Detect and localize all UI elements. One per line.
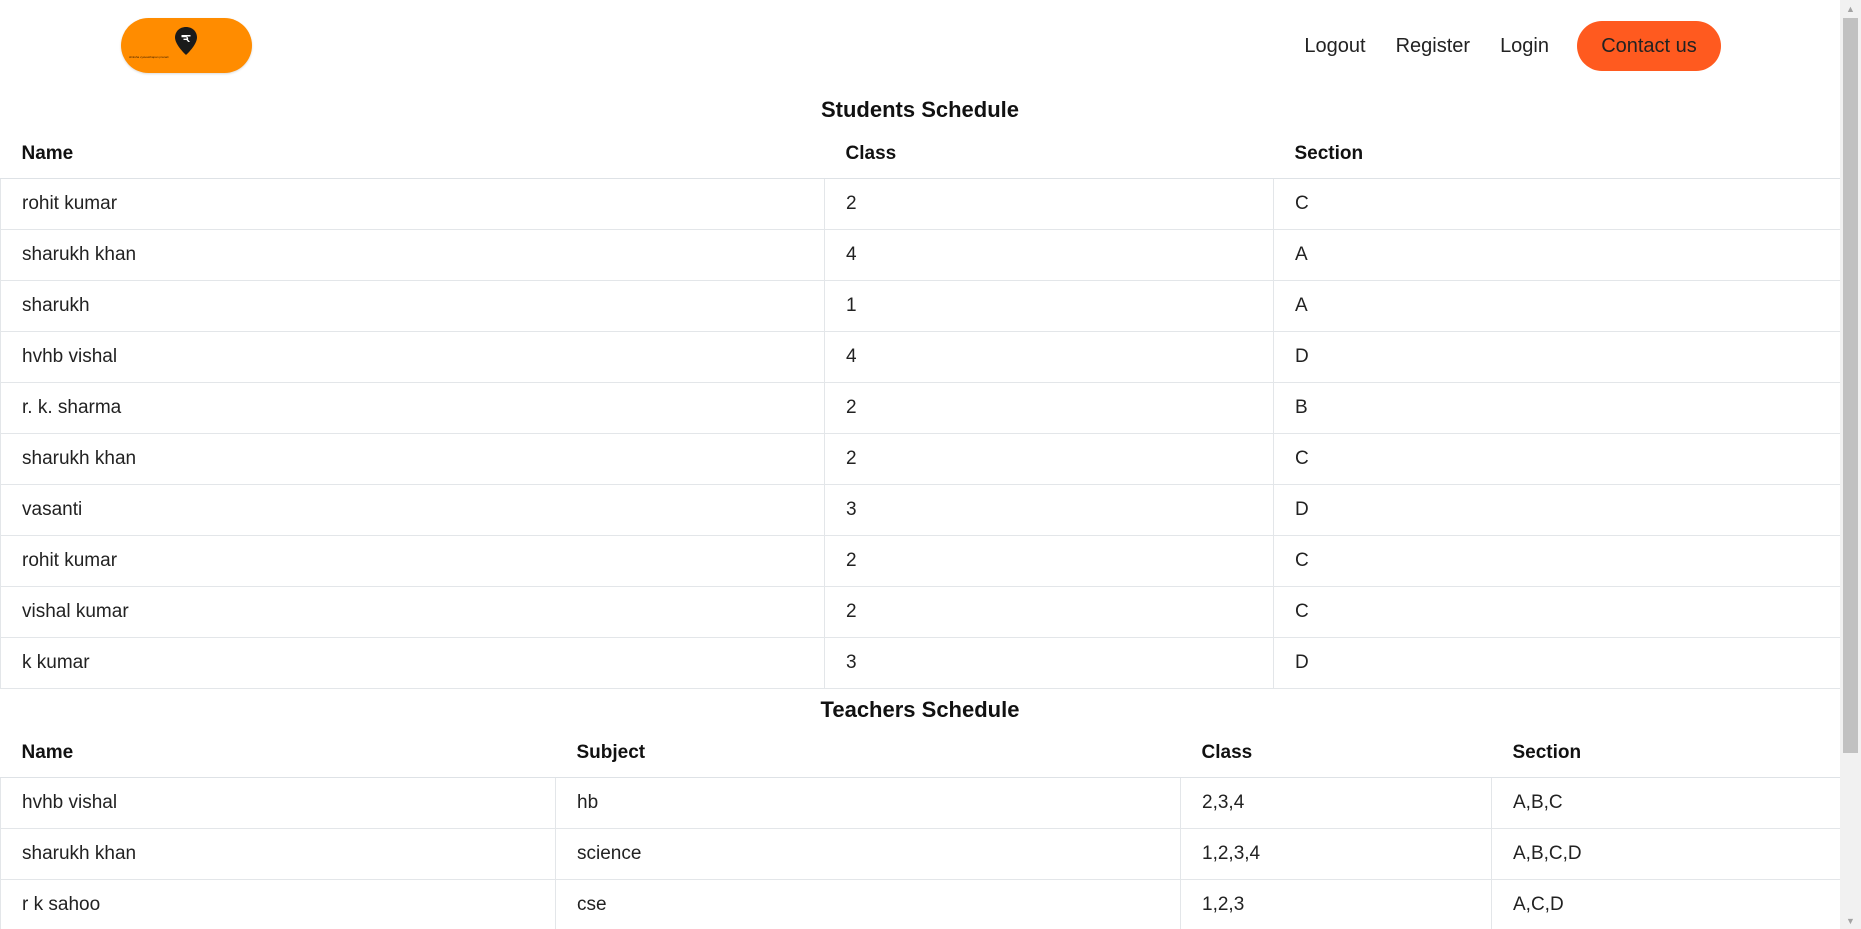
column-header-class: Class <box>824 130 1274 179</box>
student-section-cell: B <box>1273 382 1841 434</box>
student-section-cell: C <box>1273 178 1841 230</box>
nav-logout-link[interactable]: Logout <box>1304 35 1365 58</box>
top-nav: Logout Register Login Contact us <box>1274 21 1721 71</box>
nav-register-link[interactable]: Register <box>1396 35 1470 58</box>
teacher-name-cell: r k sahoo <box>0 879 556 929</box>
teachers-header-row: Name Subject Class Section <box>0 729 1841 778</box>
table-row: r k sahoo cse 1,2,3 A,C,D <box>0 879 1841 929</box>
student-class-cell: 2 <box>824 178 1274 230</box>
student-class-cell: 3 <box>824 484 1274 536</box>
student-name-cell: k kumar <box>0 637 825 689</box>
table-row: sharukh khan science 1,2,3,4 A,B,C,D <box>0 828 1841 880</box>
student-class-cell: 1 <box>824 280 1274 332</box>
teachers-schedule-title: Teachers Schedule <box>820 697 1020 722</box>
student-class-cell: 2 <box>824 433 1274 485</box>
student-name-cell: sharukh khan <box>0 229 825 281</box>
teacher-class-cell: 2,3,4 <box>1180 777 1492 829</box>
logo[interactable]: shiksha vyavasthapan pranali <box>121 18 252 73</box>
student-class-cell: 3 <box>824 637 1274 689</box>
teacher-subject-cell: science <box>555 828 1181 880</box>
table-row: hvhb vishal 4 D <box>0 331 1841 383</box>
student-name-cell: vishal kumar <box>0 586 825 638</box>
scrollbar-thumb[interactable] <box>1843 18 1858 753</box>
teacher-class-cell: 1,2,3 <box>1180 879 1492 929</box>
students-table: Name Class Section rohit kumar 2 C sharu… <box>0 130 1841 689</box>
student-section-cell: D <box>1273 484 1841 536</box>
student-class-cell: 4 <box>824 331 1274 383</box>
student-class-cell: 2 <box>824 586 1274 638</box>
table-row: k kumar 3 D <box>0 637 1841 689</box>
student-class-cell: 4 <box>824 229 1274 281</box>
triangle-down-icon[interactable]: ▼ <box>1840 912 1861 929</box>
student-class-cell: 2 <box>824 535 1274 587</box>
student-name-cell: rohit kumar <box>0 535 825 587</box>
student-name-cell: vasanti <box>0 484 825 536</box>
student-section-cell: A <box>1273 280 1841 332</box>
map-pin-icon <box>175 27 197 55</box>
student-class-cell: 2 <box>824 382 1274 434</box>
table-row: r. k. sharma 2 B <box>0 382 1841 434</box>
teacher-name-cell: hvhb vishal <box>0 777 556 829</box>
nav-login-link[interactable]: Login <box>1500 35 1549 58</box>
table-row: rohit kumar 2 C <box>0 535 1841 587</box>
student-section-cell: C <box>1273 586 1841 638</box>
teacher-subject-cell: cse <box>555 879 1181 929</box>
student-name-cell: rohit kumar <box>0 178 825 230</box>
student-name-cell: sharukh <box>0 280 825 332</box>
table-row: vishal kumar 2 C <box>0 586 1841 638</box>
student-name-cell: r. k. sharma <box>0 382 825 434</box>
student-section-cell: A <box>1273 229 1841 281</box>
student-section-cell: C <box>1273 433 1841 485</box>
student-section-cell: D <box>1273 637 1841 689</box>
teacher-section-cell: A,B,C <box>1491 777 1841 829</box>
logo-text: shiksha vyavasthapan pranali <box>129 56 169 59</box>
column-header-name: Name <box>0 130 825 179</box>
teacher-name-cell: sharukh khan <box>0 828 556 880</box>
vertical-scrollbar[interactable]: ▲ ▼ <box>1840 0 1861 929</box>
table-row: hvhb vishal hb 2,3,4 A,B,C <box>0 777 1841 829</box>
table-row: sharukh 1 A <box>0 280 1841 332</box>
student-section-cell: C <box>1273 535 1841 587</box>
teachers-table: Name Subject Class Section hvhb vishal h… <box>0 729 1841 929</box>
teacher-subject-cell: hb <box>555 777 1181 829</box>
triangle-up-icon[interactable]: ▲ <box>1840 0 1861 17</box>
student-section-cell: D <box>1273 331 1841 383</box>
column-header-subject: Subject <box>555 729 1181 778</box>
table-row: rohit kumar 2 C <box>0 178 1841 230</box>
contact-us-button[interactable]: Contact us <box>1577 21 1721 71</box>
teacher-section-cell: A,C,D <box>1491 879 1841 929</box>
teacher-section-cell: A,B,C,D <box>1491 828 1841 880</box>
table-row: vasanti 3 D <box>0 484 1841 536</box>
column-header-section: Section <box>1491 729 1841 778</box>
table-row: sharukh khan 2 C <box>0 433 1841 485</box>
students-header-row: Name Class Section <box>0 130 1841 179</box>
page: shiksha vyavasthapan pranali Logout Regi… <box>0 0 1861 929</box>
column-header-section: Section <box>1273 130 1841 179</box>
student-name-cell: hvhb vishal <box>0 331 825 383</box>
header: shiksha vyavasthapan pranali Logout Regi… <box>0 0 1840 100</box>
column-header-class: Class <box>1180 729 1492 778</box>
table-row: sharukh khan 4 A <box>0 229 1841 281</box>
column-header-name: Name <box>0 729 556 778</box>
teacher-class-cell: 1,2,3,4 <box>1180 828 1492 880</box>
student-name-cell: sharukh khan <box>0 433 825 485</box>
students-schedule-title: Students Schedule <box>820 97 1020 122</box>
